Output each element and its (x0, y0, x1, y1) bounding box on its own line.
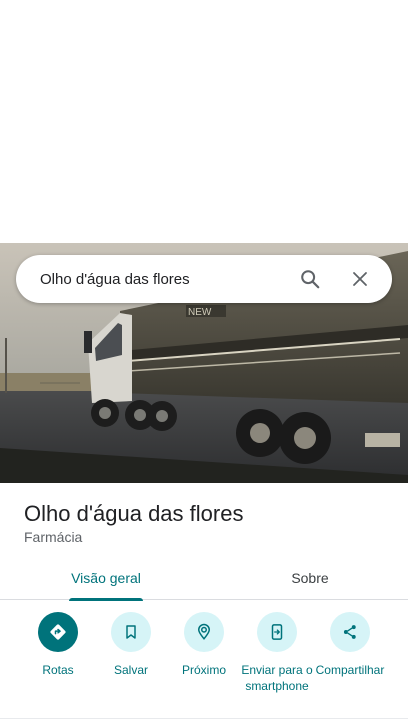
place-title: Olho d'água das flores (24, 501, 244, 526)
share-icon (330, 612, 370, 652)
tab-overview[interactable]: Visão geral (0, 556, 212, 601)
action-buttons-row: Rotas Salvar Próximo Enviar para o smart… (0, 612, 408, 712)
send-to-phone-icon (257, 612, 297, 652)
nearby-icon (184, 612, 224, 652)
share-label: Compartilhar (315, 663, 385, 677)
nearby-label: Próximo (181, 663, 226, 677)
bookmark-icon (111, 612, 151, 652)
tab-about-label: Sobre (291, 570, 329, 586)
map-blank-area (0, 0, 408, 243)
save-label: Salvar (113, 663, 148, 677)
send-to-phone-label: Enviar para o smartphone (241, 663, 313, 693)
search-icon[interactable] (290, 259, 330, 299)
close-icon[interactable] (340, 259, 380, 299)
tab-bar: Visão geral Sobre (0, 556, 408, 601)
directions-label: Rotas (42, 663, 74, 677)
share-button[interactable]: Compartilhar (312, 612, 388, 678)
directions-icon (38, 612, 78, 652)
send-to-phone-button[interactable]: Enviar para o smartphone (239, 612, 315, 694)
directions-button[interactable]: Rotas (20, 612, 96, 678)
tab-about[interactable]: Sobre (212, 556, 408, 600)
trailer-logo-text: NEW (188, 307, 212, 318)
place-category[interactable]: Farmácia (24, 529, 82, 545)
active-tab-indicator (69, 598, 143, 601)
search-input[interactable]: Olho d'água das flores (40, 271, 290, 288)
divider (0, 718, 408, 719)
nearby-button[interactable]: Próximo (166, 612, 242, 678)
tab-overview-label: Visão geral (71, 570, 141, 586)
save-button[interactable]: Salvar (93, 612, 169, 678)
search-bar[interactable]: Olho d'água das flores (16, 255, 392, 303)
